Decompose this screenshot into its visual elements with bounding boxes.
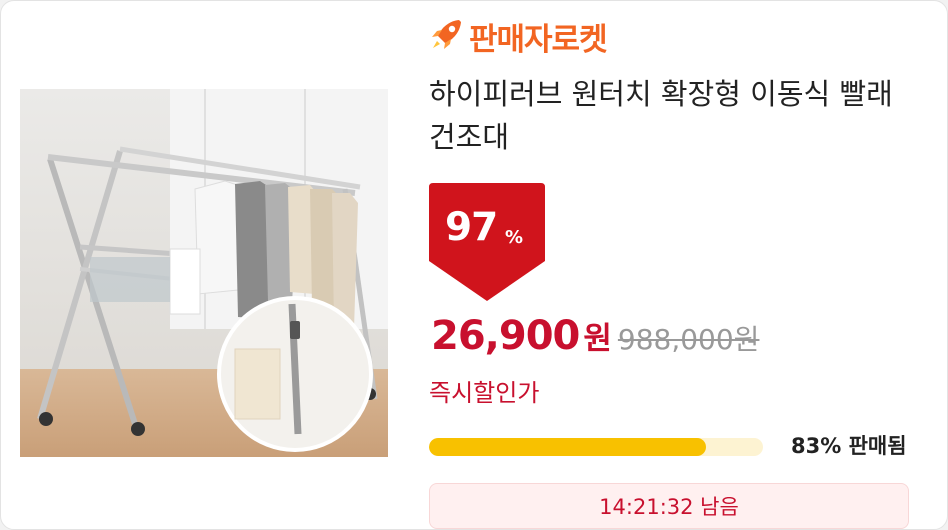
sale-price: 26,900 xyxy=(431,313,580,359)
instant-discount-label: 즉시할인가 xyxy=(429,379,540,407)
price-row: 26,900 원 988,000원 xyxy=(431,313,759,359)
discount-percent-sign: % xyxy=(505,227,524,248)
discount-percent: 97 xyxy=(445,205,498,250)
drying-rack-illustration xyxy=(20,89,388,457)
sold-percent-text: 83% 판매됨 xyxy=(791,434,907,458)
rocket-icon xyxy=(429,16,465,56)
sales-progress-fill xyxy=(429,438,707,456)
product-card[interactable]: 판매자로켓 하이피러브 원터치 확장형 이동식 빨래건조대 97 % 26,90… xyxy=(0,0,948,530)
original-price: 988,000원 xyxy=(617,323,760,356)
brand-badge: 판매자로켓 xyxy=(429,15,608,58)
sales-progress-bar xyxy=(429,438,763,456)
sale-price-unit: 원 xyxy=(583,321,612,357)
discount-badge: 97 % xyxy=(429,183,545,301)
brand-name: 판매자로켓 xyxy=(469,21,608,58)
product-title[interactable]: 하이피러브 원터치 확장형 이동식 빨래건조대 xyxy=(429,73,909,159)
product-image[interactable] xyxy=(20,89,388,457)
countdown-timer: 14:21:32 남음 xyxy=(429,483,909,529)
